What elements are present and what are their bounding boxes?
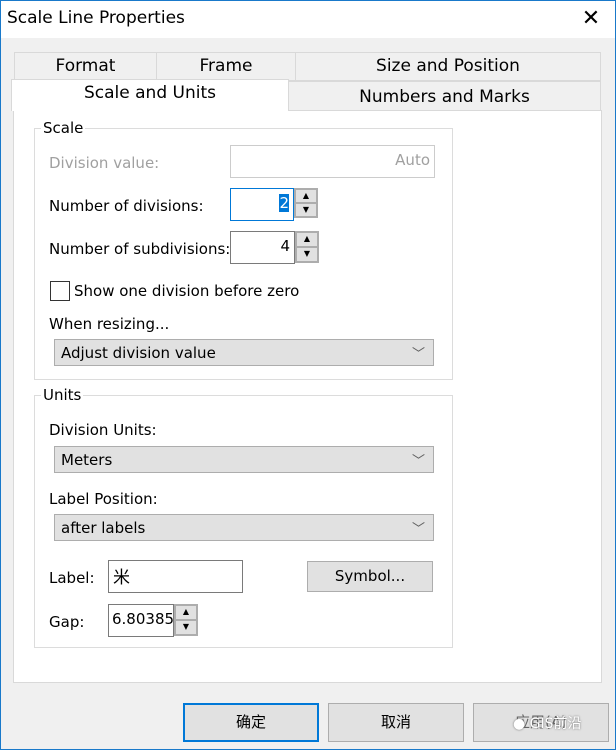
gap-stepper[interactable]: ▲ ▼ xyxy=(174,604,198,636)
units-group-label: Units xyxy=(41,386,84,404)
chevron-down-icon: ﹀ xyxy=(411,522,425,537)
num-divisions-label: Number of divisions: xyxy=(49,197,204,215)
label-input[interactable]: 米 xyxy=(108,560,243,593)
num-divisions-value: 2 xyxy=(279,194,289,212)
num-divisions-input[interactable]: 2 xyxy=(230,188,294,221)
tab-panel: Scale Division value: Auto Number of div… xyxy=(13,110,602,683)
chevron-down-icon: ﹀ xyxy=(411,347,425,362)
cancel-button[interactable]: 取消 xyxy=(328,703,464,742)
wechat-icon: ● xyxy=(513,716,526,732)
label-position-label: Label Position: xyxy=(49,490,158,508)
show-before-zero-checkbox[interactable] xyxy=(50,281,70,301)
num-subdivisions-label: Number of subdivisions: xyxy=(49,240,231,258)
num-subdivisions-stepper[interactable]: ▲ ▼ xyxy=(295,231,319,263)
scale-group-label: Scale xyxy=(41,119,86,137)
up-arrow-icon[interactable]: ▲ xyxy=(175,605,197,620)
up-arrow-icon[interactable]: ▲ xyxy=(295,189,317,203)
title-bar: Scale Line Properties ✕ xyxy=(1,1,615,38)
tab-format[interactable]: Format xyxy=(14,52,157,81)
division-value-field: Auto xyxy=(230,145,435,178)
units-group: Units Division Units: Meters ﹀ Label Posi… xyxy=(34,386,453,648)
division-units-label: Division Units: xyxy=(49,421,157,439)
chevron-down-icon: ﹀ xyxy=(411,454,425,469)
dialog-title: Scale Line Properties xyxy=(7,8,185,28)
watermark-text: GIS前沿 xyxy=(529,716,582,732)
label-position-select[interactable]: after labels ﹀ xyxy=(54,514,434,541)
down-arrow-icon[interactable]: ▼ xyxy=(175,620,197,635)
ok-button[interactable]: 确定 xyxy=(183,703,319,742)
gap-input[interactable]: 6.80385 xyxy=(108,604,174,637)
when-resizing-select[interactable]: Adjust division value ﹀ xyxy=(54,339,434,366)
close-icon[interactable]: ✕ xyxy=(577,5,605,33)
num-divisions-stepper[interactable]: ▲ ▼ xyxy=(294,188,318,218)
when-resizing-label: When resizing... xyxy=(49,315,170,333)
label-position-value: after labels xyxy=(61,519,146,537)
tab-numbers-and-marks[interactable]: Numbers and Marks xyxy=(288,81,601,111)
tab-scale-and-units[interactable]: Scale and Units xyxy=(11,79,289,111)
division-units-select[interactable]: Meters ﹀ xyxy=(54,446,434,473)
gap-label: Gap: xyxy=(49,613,85,631)
symbol-button[interactable]: Symbol... xyxy=(307,561,433,592)
tab-frame[interactable]: Frame xyxy=(156,52,296,81)
division-units-value: Meters xyxy=(61,451,113,469)
up-arrow-icon[interactable]: ▲ xyxy=(296,232,318,247)
division-value-label: Division value: xyxy=(49,154,160,172)
label-label: Label: xyxy=(49,569,95,587)
scale-group: Scale Division value: Auto Number of div… xyxy=(34,119,453,380)
down-arrow-icon[interactable]: ▼ xyxy=(295,203,317,217)
show-before-zero-label: Show one division before zero xyxy=(74,282,300,300)
watermark: ● GIS前沿 xyxy=(513,713,582,733)
tab-size-and-position[interactable]: Size and Position xyxy=(295,52,601,81)
num-subdivisions-input[interactable]: 4 xyxy=(230,231,295,264)
down-arrow-icon[interactable]: ▼ xyxy=(296,247,318,262)
dialog-window: Scale Line Properties ✕ Format Frame Siz… xyxy=(0,0,616,750)
when-resizing-value: Adjust division value xyxy=(61,344,216,362)
